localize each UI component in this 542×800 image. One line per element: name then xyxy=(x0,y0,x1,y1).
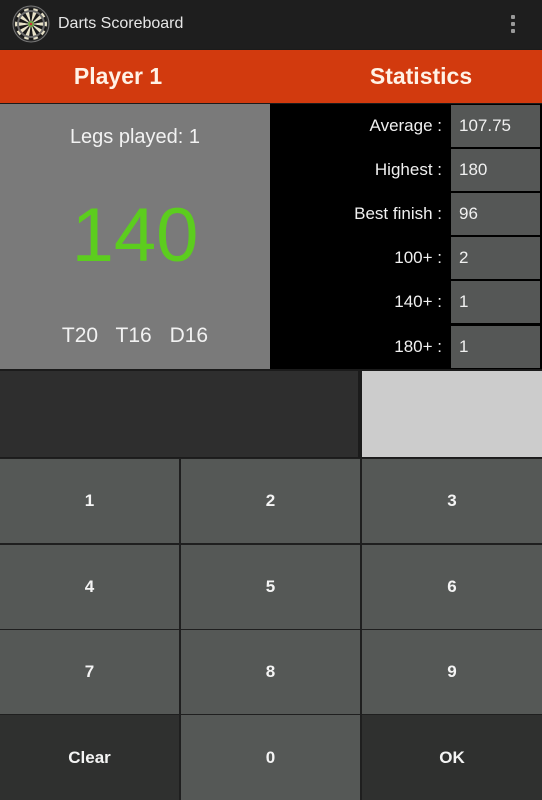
stat-value: 1 xyxy=(451,326,540,368)
statistics-panel: Average : 107.75 Highest : 180 Best fini… xyxy=(270,104,542,369)
stat-label: Average : xyxy=(369,116,442,135)
stat-value: 1 xyxy=(451,281,540,323)
stat-value: 2 xyxy=(451,237,540,279)
stat-label: Highest : xyxy=(374,160,442,179)
overflow-menu-icon[interactable] xyxy=(503,12,523,38)
stat-row-average: Average : 107.75 xyxy=(270,104,542,148)
key-5[interactable]: 5 xyxy=(181,545,360,629)
key-0[interactable]: 0 xyxy=(181,715,360,800)
key-8[interactable]: 8 xyxy=(181,630,360,714)
key-1[interactable]: 1 xyxy=(0,459,179,543)
app-title: Darts Scoreboard xyxy=(58,15,184,32)
clear-button[interactable]: Clear xyxy=(0,715,179,800)
stat-value: 180 xyxy=(451,149,540,191)
header-bar: Player 1 Statistics xyxy=(0,50,542,103)
checkout-suggestion: T20 T16 D16 xyxy=(61,324,209,347)
key-3[interactable]: 3 xyxy=(362,459,542,543)
stat-value: 96 xyxy=(451,193,540,235)
player-panel: Legs played: 1 140 T20 T16 D16 xyxy=(0,104,270,369)
stat-label: 180+ : xyxy=(394,337,442,356)
stat-row-140-plus: 140+ : 1 xyxy=(270,280,542,324)
legs-played: Legs played: 1 xyxy=(69,126,201,148)
score-input-display xyxy=(0,371,358,457)
remaining-score: 140 xyxy=(71,193,199,278)
stat-row-best-finish: Best finish : 96 xyxy=(270,192,542,236)
dartboard-icon xyxy=(12,5,50,43)
key-9[interactable]: 9 xyxy=(362,630,542,714)
stat-label: 140+ : xyxy=(394,292,442,311)
stat-label: 100+ : xyxy=(394,248,442,267)
stat-label: Best finish : xyxy=(354,204,442,223)
action-bar: Darts Scoreboard xyxy=(0,0,542,49)
stat-row-180-plus: 180+ : 1 xyxy=(270,325,542,369)
key-6[interactable]: 6 xyxy=(362,545,542,629)
stat-row-100-plus: 100+ : 2 xyxy=(270,236,542,280)
keypad: 1 2 3 4 5 6 7 8 9 Clear 0 OK xyxy=(0,458,542,800)
player-name: Player 1 xyxy=(73,63,163,89)
key-2[interactable]: 2 xyxy=(181,459,360,543)
statistics-title: Statistics xyxy=(369,63,473,89)
ok-button[interactable]: OK xyxy=(362,715,542,800)
stat-value: 107.75 xyxy=(451,105,540,147)
key-7[interactable]: 7 xyxy=(0,630,179,714)
key-4[interactable]: 4 xyxy=(0,545,179,629)
stat-row-highest: Highest : 180 xyxy=(270,148,542,192)
score-input-indicator xyxy=(362,371,542,457)
